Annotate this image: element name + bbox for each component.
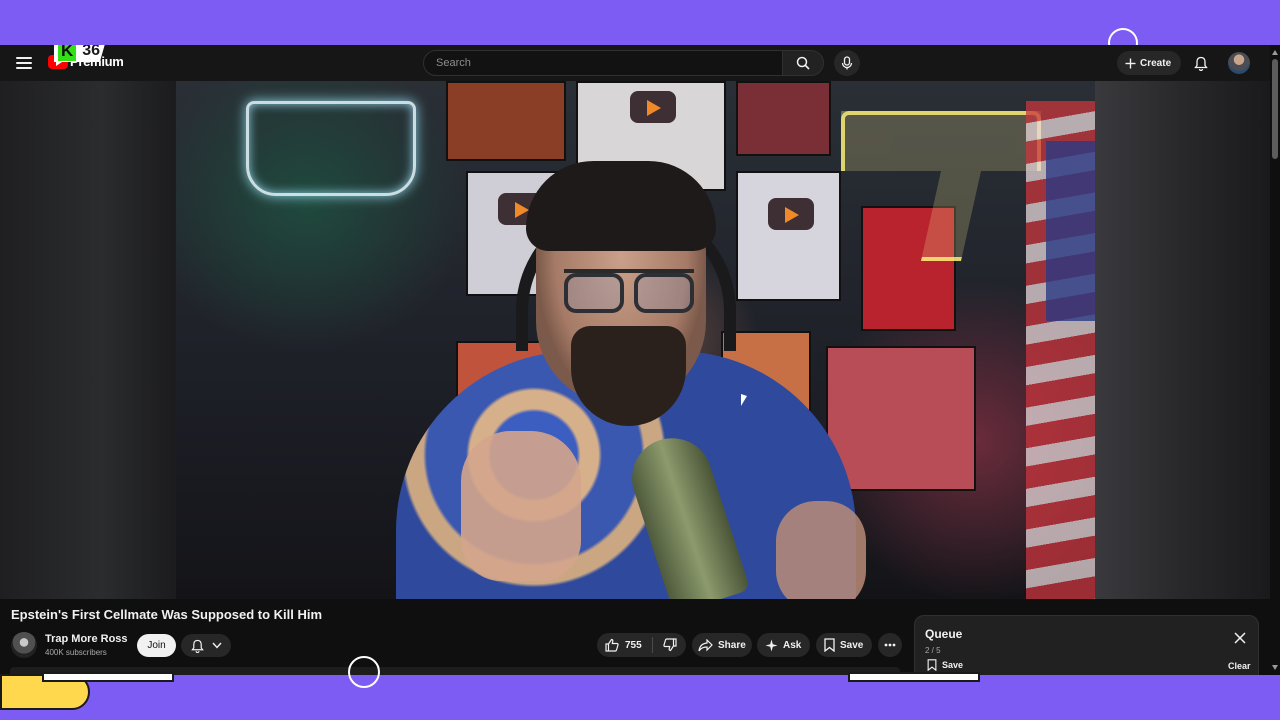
video-frame[interactable] <box>176 81 1095 599</box>
youtube-window: Premium Create <box>0 45 1280 675</box>
save-button[interactable]: Save <box>816 633 872 657</box>
hamburger-menu-icon[interactable] <box>14 54 34 72</box>
create-label: Create <box>1140 57 1172 69</box>
microphone-icon <box>841 56 853 70</box>
ask-button[interactable]: Ask <box>757 633 810 657</box>
scroll-down-arrow-icon[interactable] <box>1272 665 1278 670</box>
player-ambient-side <box>1095 81 1270 599</box>
masthead: Premium Create <box>0 45 1270 81</box>
more-horizontal-icon <box>884 643 896 647</box>
account-avatar[interactable] <box>1228 52 1250 74</box>
decorative-circle <box>348 656 380 688</box>
bell-icon <box>1194 56 1208 71</box>
share-icon <box>698 638 713 651</box>
glasses <box>564 269 694 313</box>
bell-icon <box>190 639 204 653</box>
queue-title: Queue <box>925 627 963 641</box>
like-count: 755 <box>625 639 642 651</box>
queue-position: 2 / 5 <box>925 646 941 655</box>
search-button[interactable] <box>782 50 824 76</box>
wall-frame <box>826 346 976 491</box>
wall-frame <box>736 171 841 301</box>
queue-panel: Queue 2 / 5 Save Clear <box>914 615 1259 675</box>
wall-frame <box>446 81 566 161</box>
voice-search-button[interactable] <box>834 50 860 76</box>
badge-number: 36 <box>82 45 101 59</box>
close-icon[interactable] <box>1233 631 1247 645</box>
video-title: Epstein's First Cellmate Was Supposed to… <box>11 607 323 622</box>
flag-canton <box>1046 141 1095 321</box>
play-button-plaque-icon <box>768 198 814 230</box>
ask-label: Ask <box>783 639 802 651</box>
share-label: Share <box>718 639 746 651</box>
channel-name[interactable]: Trap More Ross <box>45 633 128 645</box>
queue-save-button[interactable]: Save <box>927 659 963 671</box>
presenter-hand <box>461 431 581 581</box>
search-icon <box>796 56 810 70</box>
presenter-hand <box>776 501 866 599</box>
page-scrollbar[interactable] <box>1270 45 1280 675</box>
neon-skyline-sign <box>246 101 416 196</box>
search-input[interactable] <box>436 57 782 69</box>
thumbs-up-icon <box>605 638 619 652</box>
video-player[interactable] <box>0 81 1270 599</box>
create-button[interactable]: Create <box>1117 51 1182 75</box>
chevron-down-icon <box>211 642 222 649</box>
like-dislike-group: 755 <box>597 633 686 657</box>
presenter-hair <box>526 161 716 251</box>
share-button[interactable]: Share <box>692 633 752 657</box>
plus-icon <box>1125 58 1136 68</box>
notifications-button[interactable] <box>1191 53 1211 73</box>
channel-avatar[interactable] <box>11 632 37 658</box>
join-button[interactable]: Join <box>137 634 176 657</box>
scrollbar-thumb[interactable] <box>1272 59 1278 159</box>
like-button[interactable]: 755 <box>597 637 653 653</box>
mouse-cursor-icon <box>741 394 747 406</box>
queue-save-label: Save <box>942 660 964 670</box>
decorative-box <box>848 672 980 682</box>
subscriber-count: 400K subscribers <box>45 648 107 657</box>
channel-number-badge: K 36 <box>54 45 107 62</box>
queue-clear-button[interactable]: Clear <box>1228 661 1251 671</box>
search-box[interactable] <box>423 50 783 76</box>
thumbs-down-icon <box>663 638 677 652</box>
sparkle-icon <box>765 639 778 651</box>
badge-letter: K <box>58 45 77 61</box>
scroll-up-arrow-icon[interactable] <box>1272 50 1278 55</box>
decorative-box <box>42 672 174 682</box>
subscription-notifications-button[interactable] <box>181 634 231 657</box>
save-label: Save <box>840 639 864 651</box>
wall-frame <box>736 81 831 156</box>
play-button-plaque-icon <box>630 91 676 123</box>
dislike-button[interactable] <box>653 638 677 652</box>
bookmark-icon <box>927 659 937 671</box>
more-actions-button[interactable] <box>878 633 902 657</box>
bookmark-icon <box>824 638 835 652</box>
